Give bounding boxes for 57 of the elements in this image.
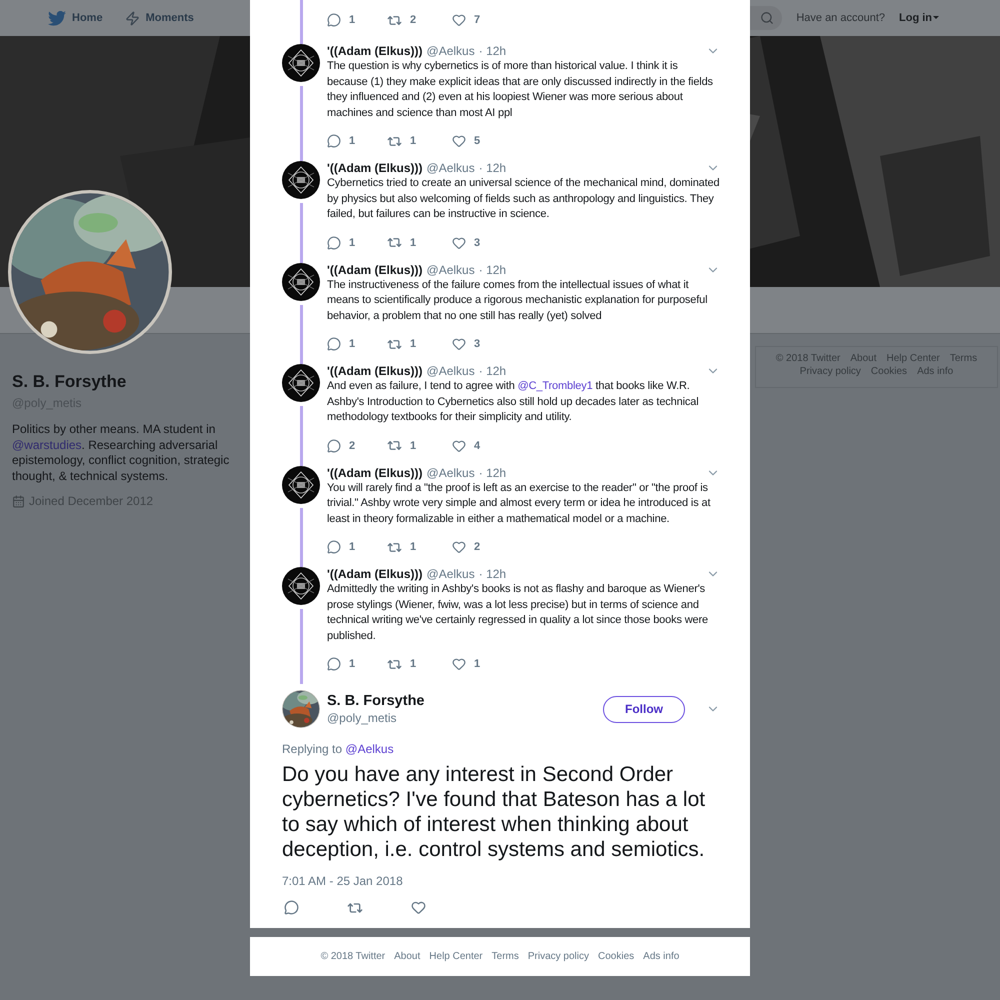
mention-link[interactable]: @Aelkus [345, 742, 394, 756]
reply-button[interactable]: 1 [327, 13, 387, 27]
tweet-text: Do you have any interest in Second Order cybernetics? I've found that Bateson has a lot to say which of interest when thinking about deception, i.e. control systems and semiotics. [282, 762, 706, 862]
tweet-text: The instructiveness of the failure comes from the intellectual issues of what it means to scientifically produce a rigorous mechanistic explanation for purposeful behavior, a problem that no one still has really (yet) solved [327, 278, 708, 324]
profile-bio: Politics by other means. MA student in @warstudies. Researching adversarial epistemology, conflict cognition, strategic thought, & technical systems. [12, 422, 230, 484]
profile-name: S. B. Forsythe [12, 372, 128, 392]
reply-button[interactable]: 2 [327, 438, 387, 452]
footer-link[interactable]: Privacy policy [528, 951, 590, 962]
mention-link[interactable]: @warstudies [12, 438, 82, 452]
mention-link[interactable]: @C_Trombley1 [518, 380, 593, 392]
login-link[interactable]: Log in [899, 12, 940, 24]
like-button[interactable]: 3 [452, 337, 512, 351]
footer-link[interactable]: Privacy policy [800, 366, 861, 377]
like-button[interactable]: 7 [452, 13, 512, 27]
footer-link[interactable]: Cookies [598, 951, 634, 962]
retweet-button[interactable]: 1 [387, 438, 452, 453]
retweet-button[interactable]: 1 [387, 336, 452, 352]
footer-link[interactable]: Terms [492, 951, 519, 962]
tweet-text: You will rarely find a "the proof is left as an exercise to the reader" or "the proof is trivial." Ashby wrote very simple and almost every term or idea he introduced is at least in theory formalizable in either a mathematical model or a machine. [327, 480, 712, 526]
retweet-button[interactable]: 1 [387, 656, 452, 672]
footer-link[interactable]: About [394, 951, 420, 962]
account-prompt: Have an account? [796, 12, 885, 24]
tweet-time[interactable]: · 12h [478, 466, 506, 480]
replying-to: Replying to @Aelkus [281, 741, 395, 756]
retweet-button[interactable]: 1 [387, 540, 452, 554]
tweet-text: And even as failure, I tend to agree with @C_Trombley1 that books like W.R. Ashby's Introduction to Cybernetics also still hold up decades later as technical methodology textbooks for their simplicity and utility. [327, 379, 700, 425]
tweet-time[interactable]: · 12h [478, 364, 506, 378]
author-handle[interactable]: @Aelkus [426, 567, 475, 581]
nav-link[interactable]: Home [48, 10, 103, 26]
footer-link[interactable]: Ads info [917, 366, 954, 377]
reply-button[interactable]: 1 [327, 337, 387, 351]
nav-link[interactable]: Moments [124, 10, 194, 26]
author-name[interactable]: '((Adam (Elkus))) [327, 364, 423, 378]
reply-button[interactable]: 1 [327, 657, 387, 671]
footer-link[interactable]: Help Center [429, 951, 483, 962]
footer-link[interactable]: Cookies [870, 366, 908, 377]
author-handle[interactable]: @Aelkus [426, 364, 475, 378]
reply-button[interactable]: 1 [327, 540, 387, 554]
tweet-time[interactable]: · 12h [478, 567, 506, 581]
tweet-text: Admittedly the writing in Ashby's books is not as flashy and baroque as Wiener's prose stylings (Wiener, fwiw, was a lot less precise) but in terms of science and technical writing we've certainly regressed in quality a lot since those books were published. [327, 582, 709, 644]
like-button[interactable]: 1 [452, 657, 512, 671]
footer-link[interactable]: Terms [950, 353, 978, 364]
footer-link[interactable]: Help Center [886, 353, 940, 364]
author-name[interactable]: S. B. Forsythe [327, 693, 424, 709]
retweet-button[interactable]: 2 [387, 12, 452, 28]
footer-link[interactable]: Ads info [643, 951, 680, 962]
like-button[interactable]: 4 [452, 438, 512, 452]
footer-link[interactable]: About [850, 353, 876, 364]
like-button[interactable]: 2 [452, 540, 512, 554]
author-name[interactable]: '((Adam (Elkus))) [327, 567, 423, 581]
footer-link[interactable]: © 2018 Twitter [320, 951, 386, 962]
tweet-timestamp: 7:01 AM - 25 Jan 2018 [281, 873, 404, 888]
footer-link[interactable]: © 2018 Twitter [776, 353, 840, 364]
author-handle[interactable]: @Aelkus [426, 466, 475, 480]
author-name[interactable]: '((Adam (Elkus))) [327, 466, 423, 480]
follow-button[interactable]: Follow [603, 696, 685, 722]
author-handle[interactable]: @poly_metis [327, 711, 424, 725]
